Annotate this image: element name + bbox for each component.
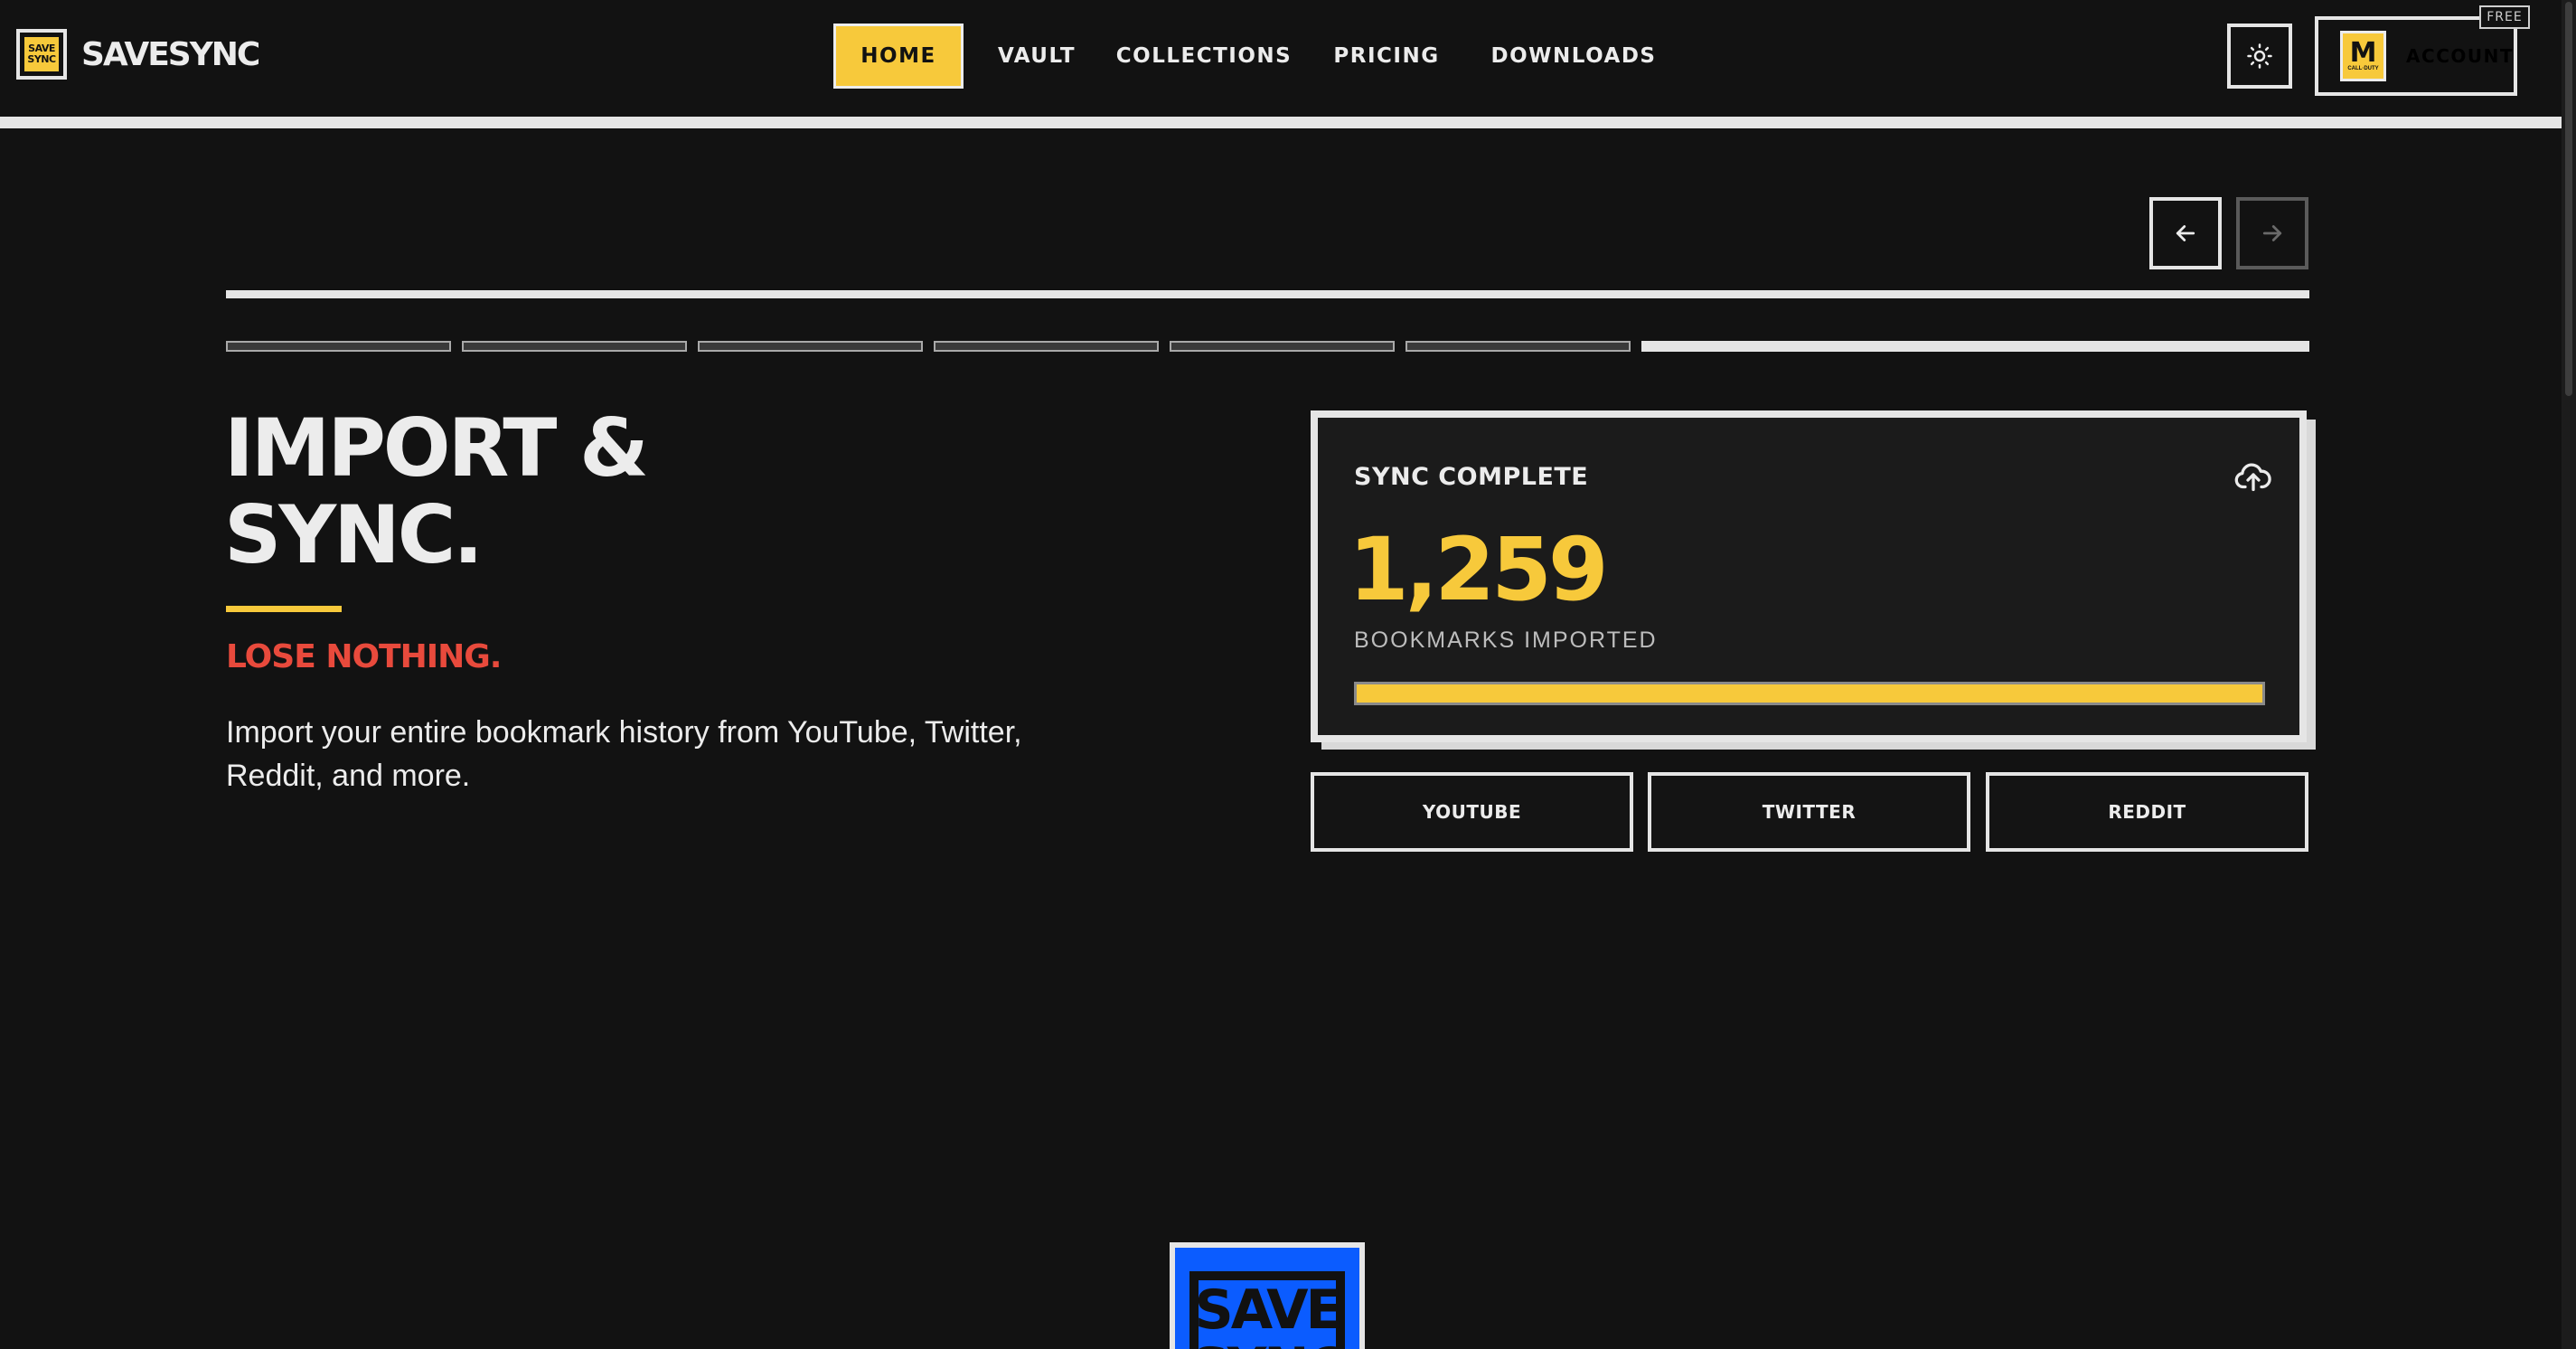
arrow-right-icon [2262, 225, 2282, 241]
slider-prev-button[interactable] [2149, 197, 2222, 269]
plan-badge: FREE [2479, 5, 2530, 29]
top-navigation-bar: SAVE SYNC SAVESYNC HOME VAULT COLLECTION… [0, 0, 2562, 118]
main-nav: HOME VAULT COLLECTIONS PRICING DOWNLOADS [833, 24, 1672, 89]
footer-logo: SAVE SYNC [1170, 1242, 1365, 1349]
sun-icon [2247, 43, 2272, 69]
arrow-left-icon [2176, 225, 2195, 241]
footer-logo-line2: SYNC [1191, 1340, 1347, 1349]
cloud-upload-icon [2234, 463, 2271, 492]
page: SAVE SYNC SAVESYNC HOME VAULT COLLECTION… [0, 0, 2576, 1349]
slide-indicator-segment[interactable] [462, 341, 687, 352]
slide-indicator-segment-active[interactable] [1641, 341, 2309, 352]
nav-item-downloads[interactable]: DOWNLOADS [1475, 24, 1672, 89]
theme-toggle-button[interactable] [2227, 24, 2292, 89]
brand[interactable]: SAVE SYNC SAVESYNC [16, 29, 260, 80]
sync-status-card: SYNC COMPLETE 1,259 BOOKMARKS IMPORTED [1311, 410, 2307, 742]
hero-divider [226, 290, 2309, 298]
slide-indicator-segment[interactable] [226, 341, 451, 352]
sync-progress-fill [1357, 684, 2262, 703]
footer-logo-line1: SAVE [1194, 1278, 1343, 1342]
hero-description: Import your entire bookmark history from… [226, 715, 1022, 793]
avatar-caption: CALL·DUTY [2347, 65, 2379, 71]
avatar-letter: M [2349, 36, 2377, 69]
slider-next-button[interactable] [2236, 197, 2308, 269]
source-youtube-button[interactable]: YOUTUBE [1311, 772, 1633, 852]
slide-indicator-segment[interactable] [1406, 341, 1631, 352]
source-twitter-button[interactable]: TWITTER [1648, 772, 1970, 852]
nav-item-collections[interactable]: COLLECTIONS [1110, 24, 1298, 89]
card-title: SYNC COMPLETE [1354, 463, 1589, 491]
hero-headline: IMPORT & SYNC. [224, 401, 649, 581]
nav-item-vault[interactable]: VAULT [964, 24, 1110, 89]
bookmark-count: 1,259 [1349, 519, 1609, 620]
slide-progress-indicator [226, 341, 2309, 352]
source-reddit-button[interactable]: REDDIT [1986, 772, 2308, 852]
nav-item-home[interactable]: HOME [833, 24, 964, 89]
avatar: M CALL·DUTY [2340, 31, 2387, 81]
headline-underline [226, 606, 342, 612]
brand-name: SAVESYNC [81, 35, 260, 73]
header-divider [0, 117, 2562, 128]
hero-tagline: LOSE NOTHING. [226, 638, 502, 675]
nav-item-pricing[interactable]: PRICING [1298, 24, 1475, 89]
brand-logo-line2: SYNC [27, 53, 56, 65]
slide-indicator-segment[interactable] [698, 341, 923, 352]
scrollbar-thumb[interactable] [2565, 2, 2572, 396]
account-label: ACCOUNT [2406, 45, 2514, 67]
slide-indicator-segment[interactable] [1170, 341, 1395, 352]
sync-progress-bar [1354, 682, 2265, 705]
bookmark-count-label: BOOKMARKS IMPORTED [1354, 627, 1658, 653]
slide-indicator-segment[interactable] [934, 341, 1159, 352]
brand-logo: SAVE SYNC [16, 29, 67, 80]
